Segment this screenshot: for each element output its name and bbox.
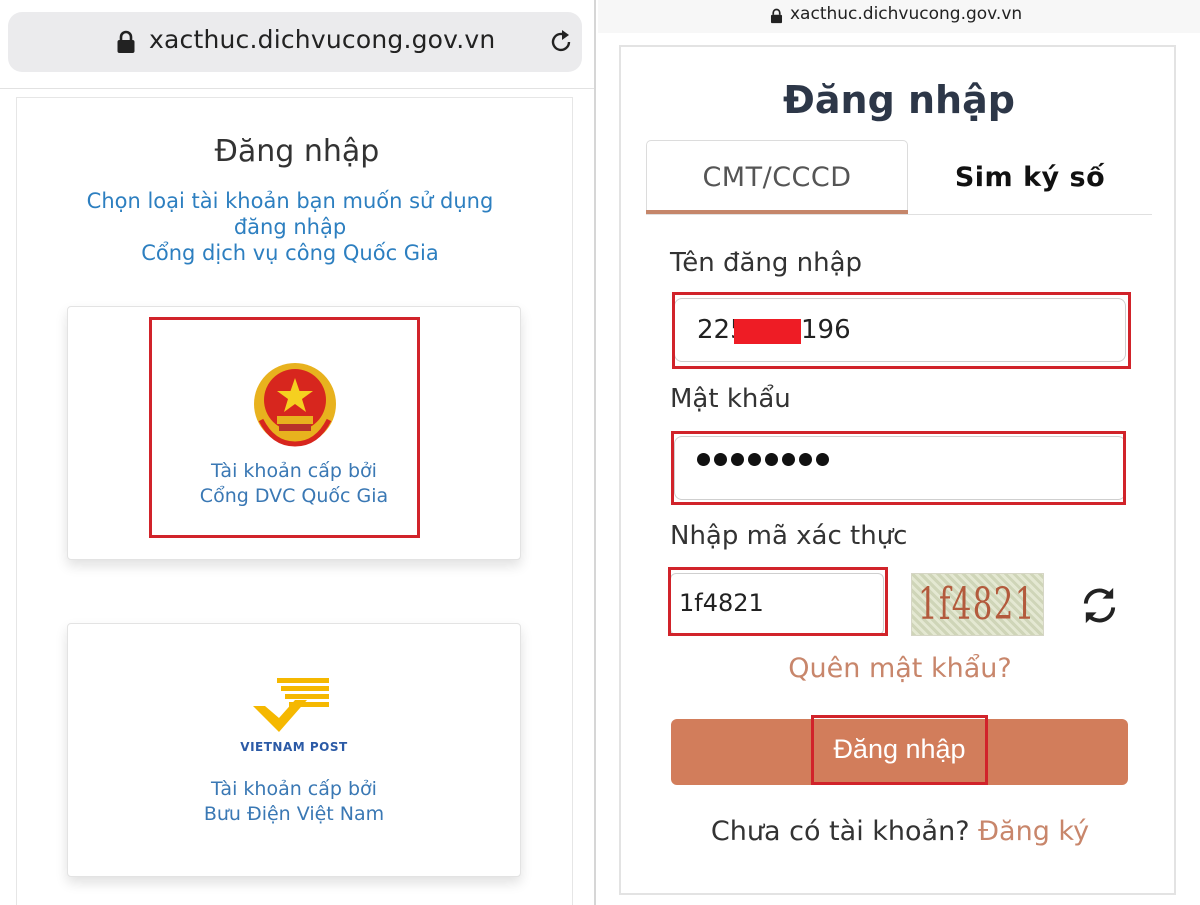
- subtitle-line-2: đăng nhập: [233, 215, 347, 239]
- tab-sim-ky-so[interactable]: Sim ký số: [910, 140, 1150, 214]
- page-title: Đăng nhập: [214, 134, 380, 169]
- captcha-image: 1f4821: [911, 573, 1044, 636]
- card-caption-line-1: Tài khoản cấp bởi: [211, 778, 377, 800]
- password-label: Mật khẩu: [670, 384, 791, 414]
- register-link[interactable]: Đăng ký: [978, 816, 1089, 847]
- highlight-box: [671, 431, 1126, 505]
- lock-icon: [117, 30, 135, 53]
- address-url: xacthuc.dichvucong.gov.vn: [790, 4, 1023, 24]
- highlight-box: [811, 715, 988, 785]
- vietnam-post-logo-text: VIETNAM POST: [240, 740, 348, 754]
- no-account-text: Chưa có tài khoản?: [710, 816, 970, 847]
- card-caption-line-2: Bưu Điện Việt Nam: [203, 803, 385, 825]
- username-label: Tên đăng nhập: [670, 248, 863, 278]
- tab-divider: [646, 214, 1152, 215]
- address-bar[interactable]: xacthuc.dichvucong.gov.vn: [598, 0, 1200, 33]
- refresh-captcha-icon[interactable]: [1078, 584, 1121, 627]
- signup-row: Chưa có tài khoản? Đăng ký: [600, 816, 1200, 847]
- captcha-image-text: 1f4821: [918, 579, 1036, 630]
- vietnam-post-logo-icon: [253, 678, 329, 732]
- toolbar-divider: [0, 88, 594, 89]
- address-url: xacthuc.dichvucong.gov.vn: [149, 25, 496, 54]
- tab-cmt-cccd[interactable]: CMT/CCCD: [646, 140, 908, 214]
- subtitle-line-3: Cổng dịch vụ công Quốc Gia: [141, 241, 439, 265]
- reload-icon[interactable]: [547, 28, 575, 56]
- lock-icon: [770, 8, 783, 24]
- highlight-box: [668, 567, 888, 636]
- account-option-vietnampost[interactable]: VIETNAM POST Tài khoản cấp bởi Bưu Điện …: [67, 623, 521, 877]
- highlight-box: [672, 292, 1131, 369]
- subtitle-line-1: Chọn loại tài khoản bạn muốn sử dụng: [86, 189, 494, 213]
- page-title: Đăng nhập: [783, 78, 1015, 122]
- left-screen: xacthuc.dichvucong.gov.vn Đăng nhập Chọn…: [0, 0, 596, 905]
- highlight-box: [149, 317, 420, 538]
- captcha-label: Nhập mã xác thực: [670, 521, 908, 551]
- address-bar[interactable]: xacthuc.dichvucong.gov.vn: [8, 12, 582, 72]
- forgot-password-link[interactable]: Quên mật khẩu?: [600, 653, 1200, 684]
